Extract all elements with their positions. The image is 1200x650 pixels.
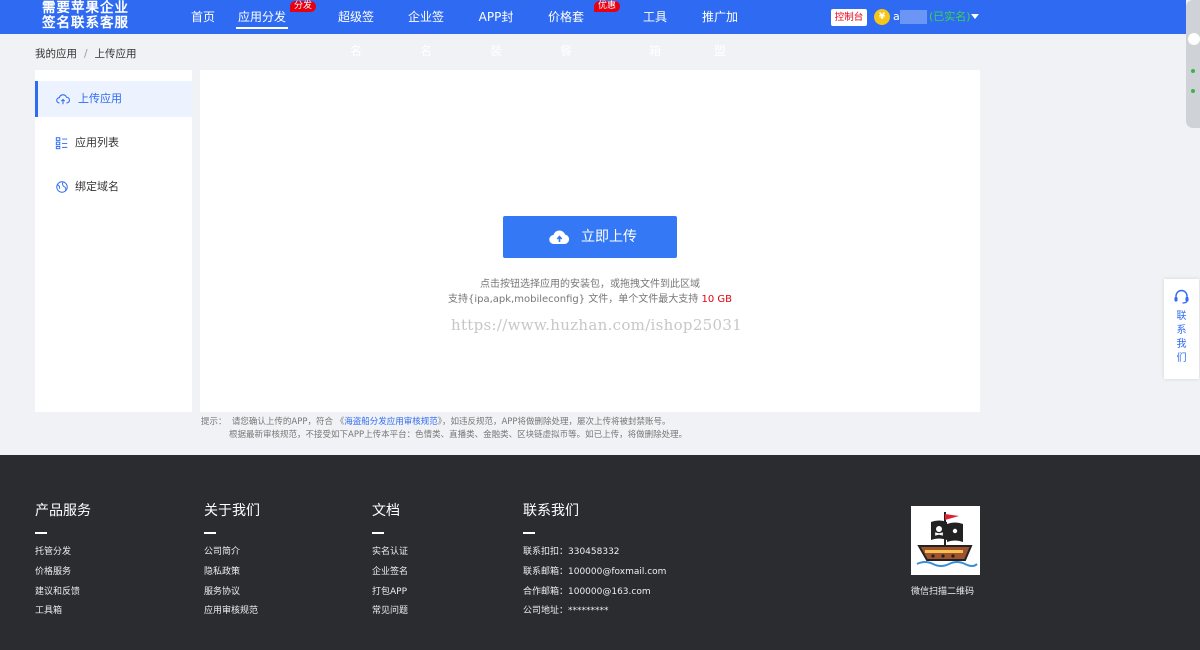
- upload-now-button[interactable]: 立即上传: [503, 216, 677, 258]
- tips-text: 请您确认上传的APP，符合 《: [231, 417, 345, 427]
- globe-icon: [56, 181, 68, 193]
- tips-label: 提示：: [201, 417, 227, 427]
- widget-dot-icon: [1191, 89, 1195, 93]
- footer-link[interactable]: 工具箱: [35, 603, 62, 616]
- sidebar: 上传应用 应用列表 绑定域名: [35, 70, 192, 412]
- sidebar-item-label: 绑定域名: [75, 180, 119, 193]
- nav-home-label: 首页: [191, 10, 216, 24]
- upload-hint-line-2: 支持{ipa,apk,mobileconfig} 文件，单个文件最大支持 10 …: [200, 290, 980, 305]
- breadcrumb-root[interactable]: 我的应用: [35, 48, 77, 60]
- widget-circle-icon: [1188, 33, 1200, 45]
- site-logo[interactable]: 需要苹果企业 签名联系客服: [42, 1, 129, 31]
- tips-text: 》，如违反规范，APP将做删除处理，屡次上传将被封禁账号。: [437, 417, 671, 427]
- footer-link[interactable]: 服务协议: [204, 584, 240, 597]
- top-navbar: 需要苹果企业 签名联系客服 首页 应用分发 分发 超级签名 企业签名 APP封装…: [0, 0, 1186, 58]
- nav-toolbox-label: 工具箱: [642, 10, 667, 58]
- nav-home[interactable]: 首页: [191, 0, 215, 34]
- footer-link[interactable]: 企业签名: [372, 564, 408, 577]
- footer-contact-email[interactable]: 联系邮箱：100000@foxmail.com: [523, 564, 666, 577]
- qr-code-label: 微信扫描二维码: [911, 587, 975, 597]
- nav-app-distribution-label: 应用分发: [237, 10, 286, 24]
- nav-badge-discount: 优惠: [594, 1, 621, 12]
- sidebar-item-upload-app[interactable]: 上传应用: [35, 81, 192, 117]
- cloud-upload-icon: [549, 230, 570, 245]
- footer-column-title: 关于我们: [204, 503, 260, 519]
- nav-affiliate[interactable]: 推广加盟: [698, 0, 742, 58]
- contact-us-float[interactable]: 联系我们: [1164, 279, 1199, 379]
- footer-link[interactable]: 打包APP: [372, 584, 407, 597]
- footer-business-email[interactable]: 合作邮箱：100000@163.com: [523, 584, 651, 597]
- cloud-upload-icon: [56, 94, 70, 105]
- verified-status: (已实名): [929, 10, 971, 23]
- pirate-ship-icon: [911, 506, 980, 575]
- upload-hint-line-1: 点击按钮选择应用的安装包，或拖拽文件到此区域: [480, 279, 700, 290]
- footer-link[interactable]: 托管分发: [35, 544, 71, 557]
- footer-link[interactable]: 常见问题: [372, 603, 408, 616]
- footer-link[interactable]: 实名认证: [372, 544, 408, 557]
- footer-title-underline: [204, 532, 216, 534]
- nav-app-wrapper[interactable]: APP封装: [474, 0, 518, 58]
- side-widget[interactable]: [1186, 0, 1200, 128]
- user-name[interactable]: a: [893, 0, 900, 34]
- footer-column-title: 文档: [372, 503, 400, 519]
- footer-company-address: 公司地址：*********: [523, 606, 609, 616]
- nav-pricing-label: 价格套餐: [547, 10, 584, 58]
- upload-size-limit: 10 GB: [701, 294, 732, 305]
- nav-super-signature[interactable]: 超级签名: [335, 0, 377, 58]
- upload-panel[interactable]: 立即上传 点击按钮选择应用的安装包，或拖拽文件到此区域 支持{ipa,apk,m…: [200, 70, 980, 412]
- headset-icon: [1174, 289, 1189, 304]
- user-name-redacted: [900, 10, 927, 24]
- upload-hint-formats: 支持{ipa,apk,mobileconfig} 文件，单个文件最大支持: [448, 294, 702, 305]
- nav-enterprise-signature-label: 企业签名: [407, 10, 444, 58]
- logo-line-1: 需要苹果企业: [42, 0, 129, 16]
- sidebar-item-bind-domain[interactable]: 绑定域名: [35, 169, 192, 205]
- upload-tips: 提示： 请您确认上传的APP，符合 《海盗船分发应用审核规范》，如违反规范，AP…: [201, 416, 687, 442]
- footer-title-underline: [35, 532, 47, 534]
- footer: 产品服务 托管分发 价格服务 建议和反馈 工具箱 关于我们 公司简介 隐私政策 …: [0, 455, 1200, 650]
- chevron-down-icon[interactable]: [971, 14, 979, 19]
- upload-button-label: 立即上传: [581, 229, 637, 245]
- widget-dot-icon: [1191, 69, 1195, 73]
- footer-column-title: 产品服务: [35, 503, 91, 519]
- sidebar-item-app-list[interactable]: 应用列表: [35, 125, 192, 161]
- nav-app-wrapper-label: APP封装: [478, 10, 514, 58]
- logo-line-2: 签名联系客服: [42, 15, 129, 31]
- wechat-qr-code: [911, 506, 980, 575]
- yen-coin-icon: ¥: [874, 9, 890, 25]
- watermark-text: https://www.huzhan.com/ishop25031: [451, 316, 743, 334]
- sidebar-item-label: 应用列表: [75, 136, 119, 149]
- footer-link[interactable]: 应用审核规范: [204, 603, 258, 616]
- breadcrumb-current: 上传应用: [94, 48, 137, 60]
- tips-line-2: 根据最新审核规范，不接受如下APP上传本平台：色情类、直播类、金融类、区块链虚拟…: [229, 430, 688, 440]
- breadcrumb: 我的应用 / 上传应用: [35, 46, 137, 61]
- nav-affiliate-label: 推广加盟: [701, 10, 738, 58]
- nav-enterprise-signature[interactable]: 企业签名: [405, 0, 447, 58]
- nav-app-distribution[interactable]: 应用分发: [236, 0, 288, 34]
- console-button[interactable]: 控制台: [831, 9, 867, 26]
- nav-pricing[interactable]: 价格套餐: [544, 0, 588, 58]
- footer-column-title: 联系我们: [523, 503, 579, 519]
- footer-link[interactable]: 公司简介: [204, 544, 240, 557]
- contact-us-label: 联系我们: [1176, 311, 1187, 364]
- footer-link[interactable]: 价格服务: [35, 564, 71, 577]
- breadcrumb-separator: /: [84, 48, 88, 60]
- nav-badge-distribution: 分发: [290, 1, 317, 12]
- nav-toolbox[interactable]: 工具箱: [639, 0, 671, 58]
- sidebar-item-label: 上传应用: [78, 92, 122, 105]
- review-guidelines-link[interactable]: 海盗船分发应用审核规范: [344, 417, 438, 427]
- tips-line-1: 提示： 请您确认上传的APP，符合 《海盗船分发应用审核规范》，如违反规范，AP…: [201, 416, 687, 429]
- footer-link[interactable]: 建议和反馈: [35, 584, 80, 597]
- footer-title-underline: [523, 532, 535, 534]
- footer-title-underline: [372, 532, 384, 534]
- list-icon: [55, 137, 68, 150]
- footer-link[interactable]: 隐私政策: [204, 564, 240, 577]
- nav-super-signature-label: 超级签名: [337, 10, 374, 58]
- footer-contact-qq: 联系扣扣：330458332: [523, 547, 620, 557]
